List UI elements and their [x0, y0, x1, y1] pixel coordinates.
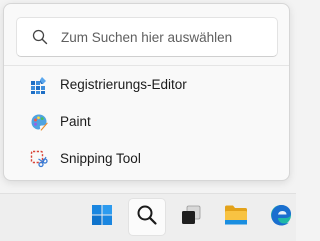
- app-label: Registrierungs-Editor: [60, 77, 187, 92]
- taskbar: [0, 193, 296, 241]
- edge-icon: [269, 203, 293, 232]
- search-icon: [136, 204, 158, 231]
- file-explorer-icon: [224, 204, 248, 231]
- app-item-paint[interactable]: Paint: [4, 103, 289, 140]
- registry-editor-icon: [30, 76, 48, 94]
- app-label: Paint: [60, 114, 91, 129]
- app-item-registry-editor[interactable]: Registrierungs-Editor: [4, 66, 289, 103]
- snipping-tool-icon: [30, 150, 48, 168]
- search-input[interactable]: [61, 29, 261, 45]
- windows-start-icon: [91, 204, 113, 231]
- screen: Registrierungs-Editor Paint: [0, 0, 296, 241]
- file-explorer-button[interactable]: [217, 198, 255, 236]
- app-list: Registrierungs-Editor Paint Snipping Too…: [4, 66, 289, 177]
- task-view-icon: [180, 204, 202, 231]
- app-label: Snipping Tool: [60, 151, 141, 166]
- taskbar-search-button[interactable]: [128, 198, 166, 236]
- task-view-button[interactable]: [172, 198, 210, 236]
- start-button[interactable]: [83, 198, 121, 236]
- app-item-snipping-tool[interactable]: Snipping Tool: [4, 140, 289, 177]
- paint-icon: [30, 113, 48, 131]
- edge-button[interactable]: [262, 198, 300, 236]
- search-icon: [32, 29, 48, 45]
- search-box[interactable]: [16, 17, 278, 57]
- search-flyout: Registrierungs-Editor Paint: [3, 3, 290, 181]
